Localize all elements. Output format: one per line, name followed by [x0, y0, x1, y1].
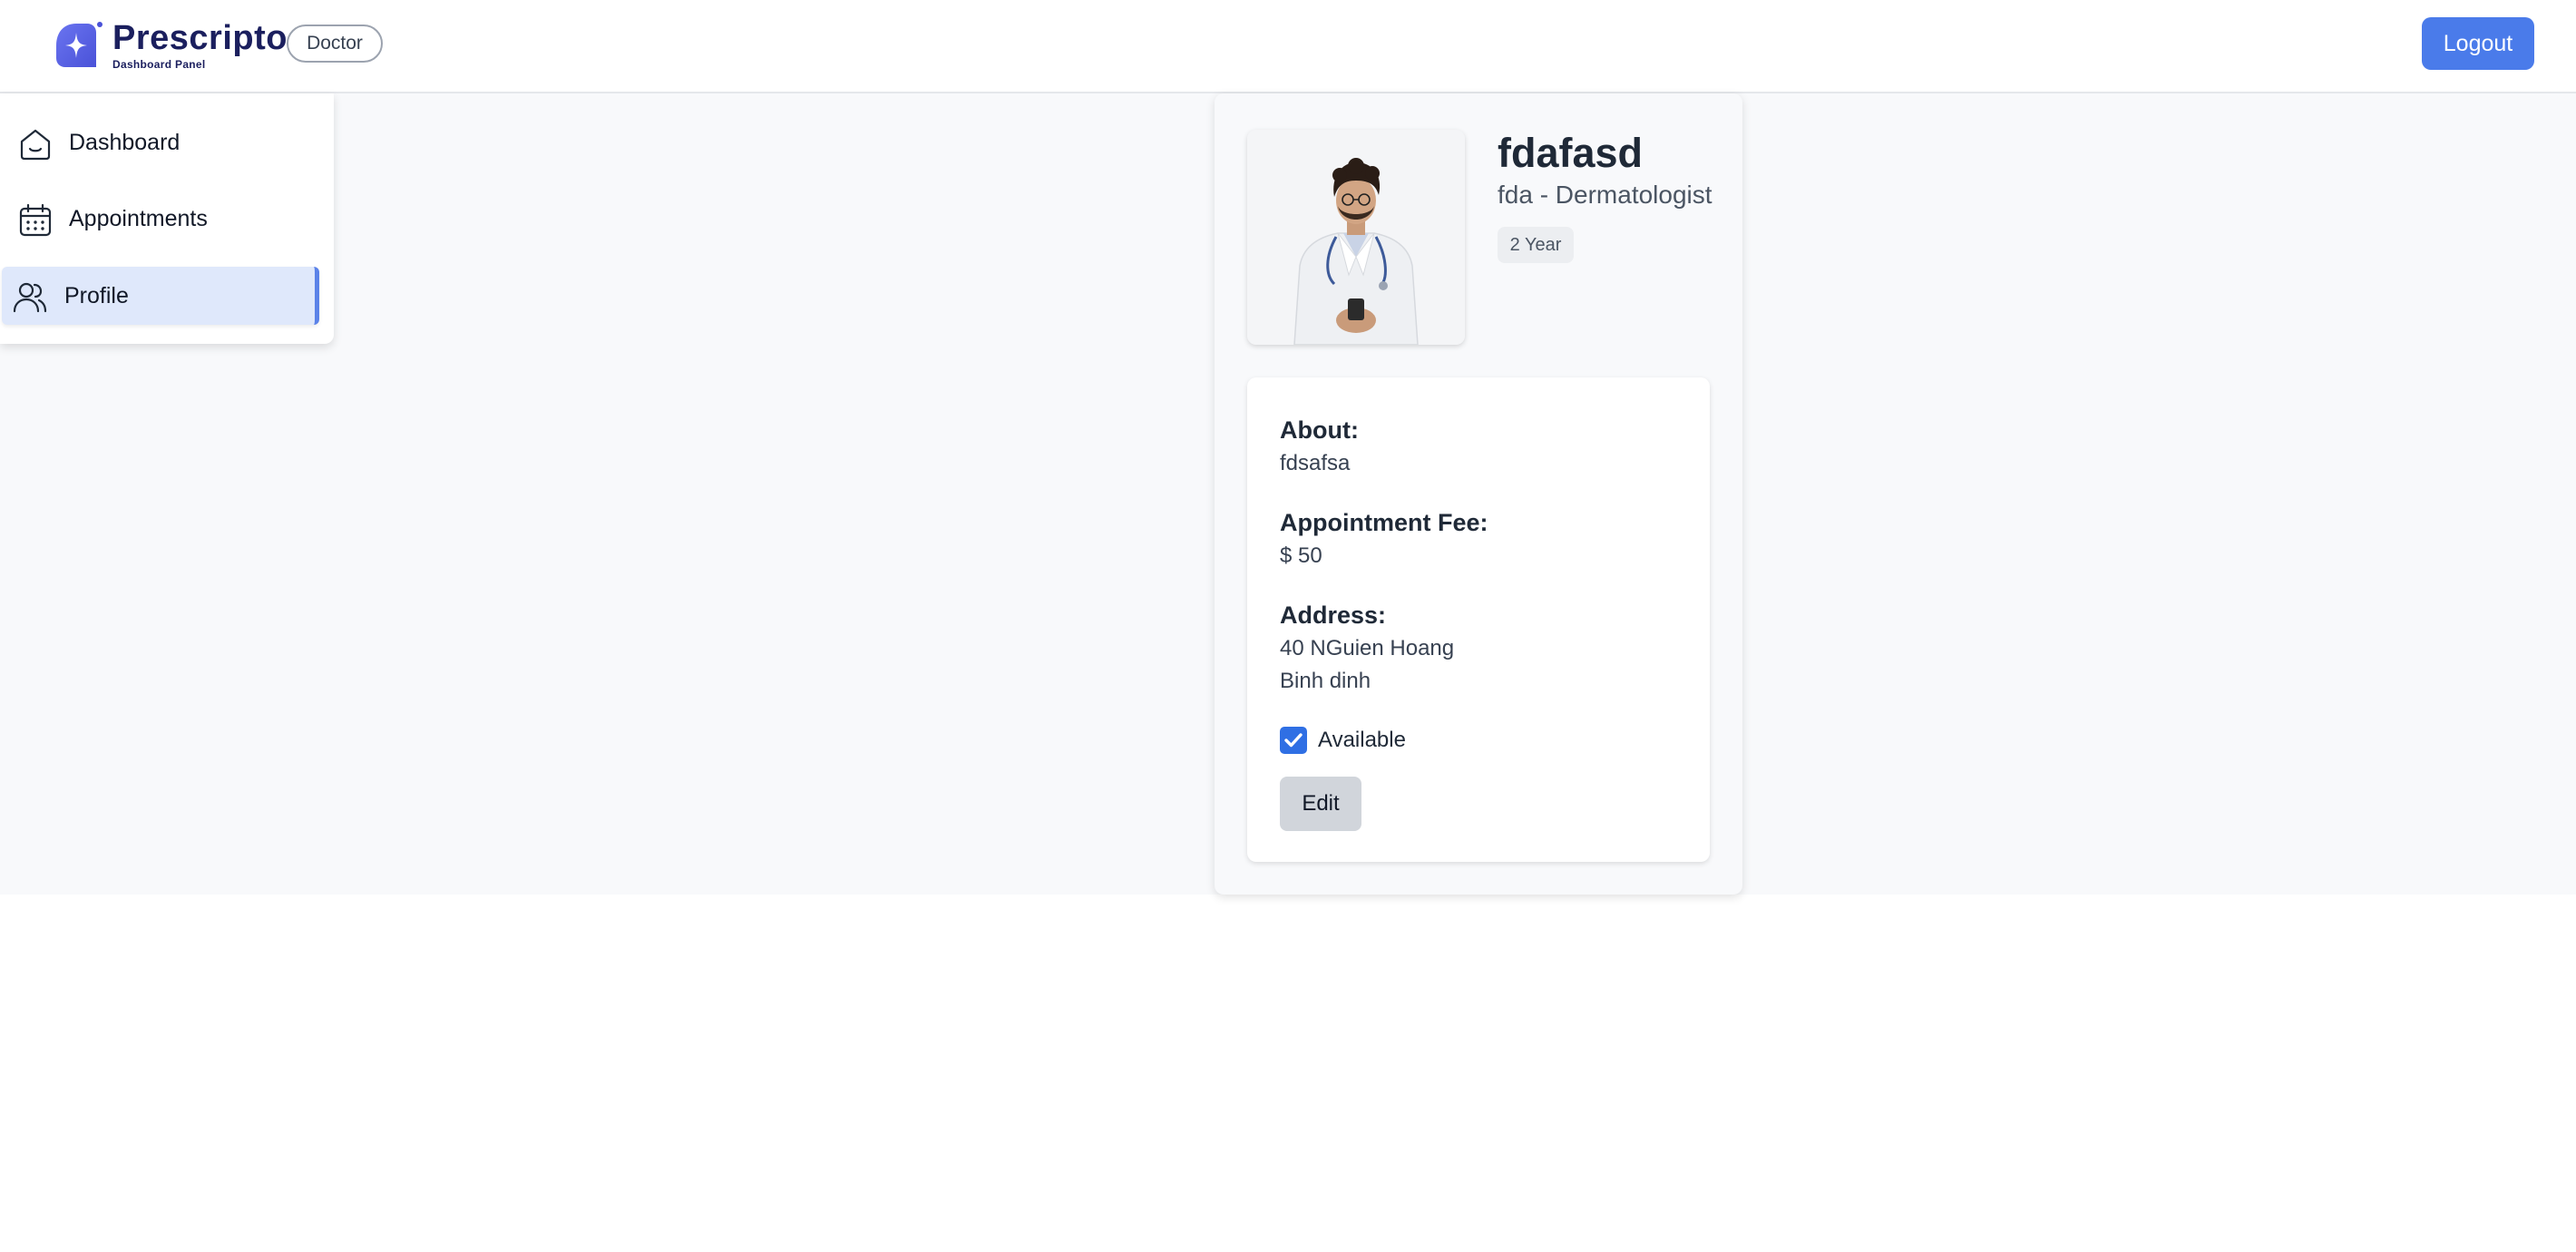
doctor-speciality: fda - Dermatologist — [1498, 181, 1712, 209]
top-navbar: Prescripto Dashboard Panel Doctor Logout — [0, 0, 2576, 93]
edit-button[interactable]: Edit — [1280, 777, 1361, 831]
sidebar-item-label: Appointments — [69, 206, 208, 231]
star-logo-icon — [56, 22, 102, 67]
checkmark-icon — [1284, 733, 1303, 748]
address-line-2: Binh dinh — [1280, 669, 1371, 693]
brand: Prescripto Dashboard Panel — [112, 18, 288, 71]
logout-button[interactable]: Logout — [2422, 17, 2534, 70]
address-heading: Address: — [1280, 602, 1387, 629]
doctor-profile-card: fdafasd fda - Dermatologist 2 Year About… — [1215, 93, 1742, 895]
calendar-icon — [19, 203, 52, 237]
available-label: Available — [1318, 728, 1406, 752]
about-heading: About: — [1280, 416, 1359, 444]
sidebar-item-label: Dashboard — [69, 130, 181, 155]
about-text: fdsafsa — [1280, 451, 1351, 475]
sidebar-item-label: Profile — [64, 283, 129, 308]
experience-badge: 2 Year — [1498, 227, 1574, 263]
sidebar: Dashboard Appointments Profile — [0, 93, 334, 344]
doctor-info-panel: About: fdsafsa Appointment Fee: $ 50 Add… — [1247, 377, 1710, 862]
brand-name: Prescripto — [112, 19, 288, 57]
fee-heading: Appointment Fee: — [1280, 509, 1488, 536]
sidebar-item-profile[interactable]: Profile — [2, 267, 319, 325]
role-badge: Doctor — [287, 24, 383, 63]
brand-subtitle: Dashboard Panel — [112, 58, 206, 71]
doctor-name: fdafasd — [1498, 130, 1644, 176]
address-line-1: 40 NGuien Hoang — [1280, 636, 1455, 660]
fee-value: $ 50 — [1280, 543, 1322, 568]
home-icon — [20, 129, 51, 161]
people-icon — [13, 282, 47, 313]
sidebar-item-dashboard[interactable]: Dashboard — [0, 113, 334, 171]
doctor-avatar-image — [1247, 130, 1465, 345]
doctor-photo — [1247, 130, 1465, 345]
available-checkbox[interactable] — [1280, 727, 1307, 754]
sidebar-item-appointments[interactable]: Appointments — [0, 190, 334, 248]
